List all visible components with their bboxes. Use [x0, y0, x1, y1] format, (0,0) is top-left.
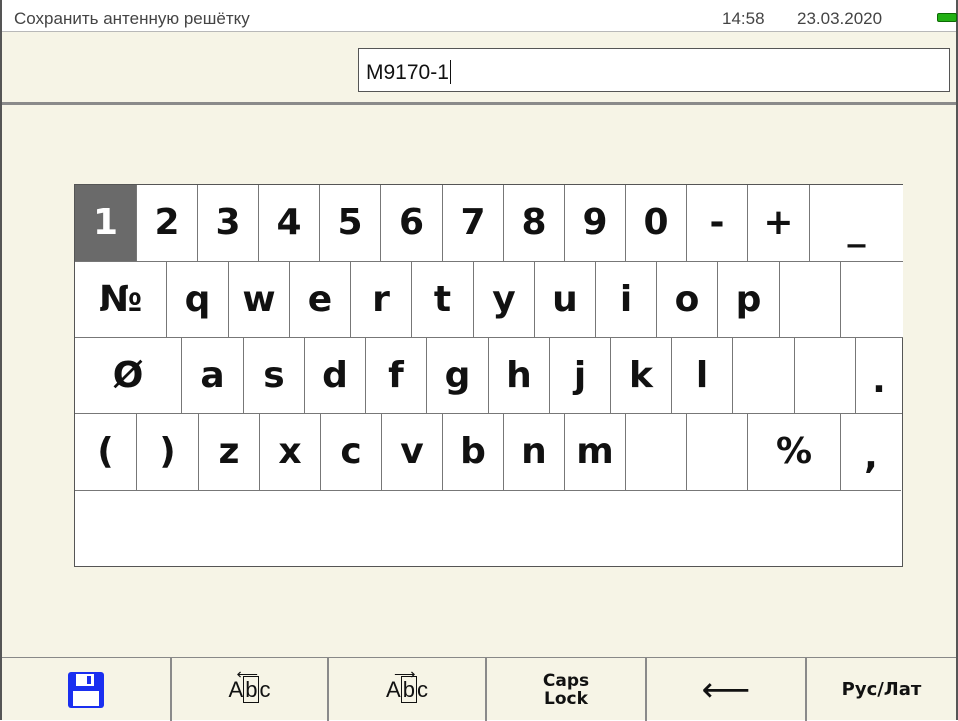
key-1-10[interactable]: 0 — [626, 185, 687, 262]
battery-icon — [937, 13, 957, 22]
status-bar: Сохранить антенную решётку 14:58 23.03.2… — [2, 0, 957, 32]
key-2-7[interactable]: y — [474, 262, 535, 338]
backspace-button[interactable]: ⟵ — [645, 658, 805, 721]
key-3-2[interactable]: a — [182, 338, 244, 414]
key-3-6[interactable]: g — [427, 338, 489, 414]
blank-key[interactable] — [795, 338, 856, 414]
bottom-toolbar: ⟵ Abc ⟶ Abc Caps Lock ⟵ Рус/Лат — [2, 657, 956, 721]
key-2-6[interactable]: t — [412, 262, 474, 338]
key-1-7[interactable]: 7 — [443, 185, 504, 262]
key-1-2[interactable]: 2 — [137, 185, 198, 262]
key-4-2[interactable]: ) — [137, 414, 199, 491]
key-3-13[interactable]: . — [856, 338, 902, 414]
save-button[interactable] — [2, 658, 170, 721]
caps-lock-label: Caps Lock — [542, 670, 590, 709]
clock-date: 23.03.2020 — [797, 9, 883, 28]
key-2-9[interactable]: i — [596, 262, 657, 338]
key-1-13[interactable]: _ — [810, 185, 903, 262]
key-4-12[interactable]: % — [748, 414, 841, 491]
key-3-8[interactable]: j — [550, 338, 611, 414]
key-4-9[interactable]: m — [565, 414, 626, 491]
key-3-9[interactable]: k — [611, 338, 672, 414]
screen-title: Сохранить антенную решётку — [14, 9, 250, 28]
key-1-11[interactable]: - — [687, 185, 748, 262]
key-2-11[interactable]: p — [718, 262, 780, 338]
key-4-1[interactable]: ( — [75, 414, 137, 491]
left-arrow-icon: ⟵ — [701, 669, 751, 710]
blank-key[interactable] — [733, 338, 795, 414]
key-1-12[interactable]: + — [748, 185, 810, 262]
key-2-10[interactable]: o — [657, 262, 718, 338]
key-2-2[interactable]: q — [167, 262, 229, 338]
right-small-arrow-icon: ⟶ — [394, 665, 416, 683]
key-2-1[interactable]: № — [75, 262, 167, 338]
cursor-left-button[interactable]: ⟵ Abc — [170, 658, 327, 721]
key-1-6[interactable]: 6 — [381, 185, 443, 262]
key-4-13[interactable]: , — [841, 414, 901, 491]
key-4-5[interactable]: c — [321, 414, 382, 491]
key-3-4[interactable]: d — [305, 338, 366, 414]
key-1-9[interactable]: 9 — [565, 185, 626, 262]
key-4-6[interactable]: v — [382, 414, 443, 491]
key-3-5[interactable]: f — [366, 338, 427, 414]
on-screen-keyboard: 1 2 3 4 5 6 7 8 9 0- + _ № q w e r t y u i o p Øa s d f g h j k l. () z x c… — [74, 184, 903, 567]
language-toggle-button[interactable]: Рус/Лат — [805, 658, 956, 721]
input-area: M9170-1 — [2, 33, 956, 105]
key-1-4[interactable]: 4 — [259, 185, 320, 262]
key-4-8[interactable]: n — [504, 414, 565, 491]
floppy-disk-icon — [68, 671, 104, 708]
space-key[interactable] — [75, 491, 902, 566]
key-4-4[interactable]: x — [260, 414, 321, 491]
input-text: M9170-1 — [366, 61, 449, 84]
caps-lock-button[interactable]: Caps Lock — [485, 658, 645, 721]
key-2-8[interactable]: u — [535, 262, 596, 338]
key-1-3[interactable]: 3 — [198, 185, 259, 262]
cursor-left-icon: ⟵ Abc — [228, 665, 271, 703]
blank-key[interactable] — [841, 262, 903, 338]
text-caret — [449, 60, 451, 84]
array-name-input[interactable]: M9170-1 — [358, 48, 950, 92]
cursor-right-icon: ⟶ Abc — [386, 665, 428, 703]
key-3-3[interactable]: s — [244, 338, 305, 414]
key-1-1[interactable]: 1 — [75, 185, 137, 262]
key-4-7[interactable]: b — [443, 414, 504, 491]
cursor-right-button[interactable]: ⟶ Abc — [327, 658, 485, 721]
key-3-10[interactable]: l — [672, 338, 733, 414]
language-toggle-label: Рус/Лат — [841, 679, 922, 700]
key-2-4[interactable]: e — [290, 262, 351, 338]
key-1-5[interactable]: 5 — [320, 185, 381, 262]
left-small-arrow-icon: ⟵ — [236, 665, 259, 683]
key-1-8[interactable]: 8 — [504, 185, 565, 262]
device-screen: Сохранить антенную решётку 14:58 23.03.2… — [0, 0, 958, 721]
key-3-1[interactable]: Ø — [75, 338, 182, 414]
blank-key[interactable] — [626, 414, 687, 491]
key-2-3[interactable]: w — [229, 262, 290, 338]
key-2-5[interactable]: r — [351, 262, 412, 338]
key-3-7[interactable]: h — [489, 338, 550, 414]
key-4-3[interactable]: z — [199, 414, 260, 491]
blank-key[interactable] — [687, 414, 748, 491]
clock-time: 14:58 — [722, 9, 765, 28]
blank-key[interactable] — [780, 262, 841, 338]
